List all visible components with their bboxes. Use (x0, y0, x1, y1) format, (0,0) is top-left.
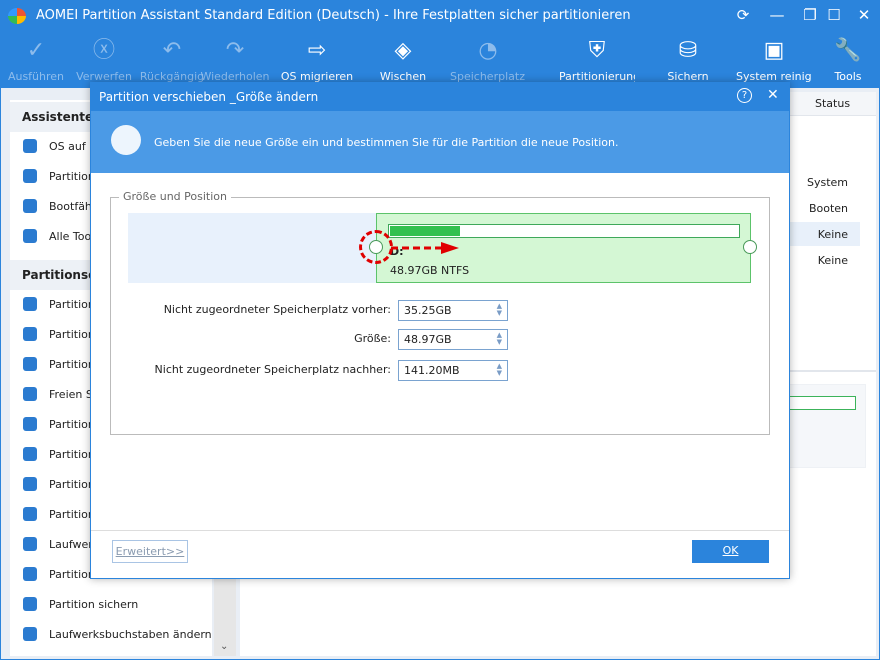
pencil-icon (23, 627, 37, 641)
maximize-button[interactable]: ☐ (822, 6, 846, 24)
space-analyzer-icon: ◔ (478, 38, 498, 63)
resize-icon (23, 297, 37, 311)
split-icon (23, 357, 37, 371)
close-button[interactable]: ✕ (852, 6, 876, 24)
backup-button[interactable]: ⛁ Sichern (650, 32, 726, 88)
drag-arrow-icon (391, 242, 459, 254)
format-icon (23, 507, 37, 521)
chevron-down-icon[interactable]: ⌄ (220, 641, 228, 652)
advanced-button[interactable]: Erweitert>> (112, 540, 188, 563)
create-icon (23, 447, 37, 461)
group-label: Größe und Position (119, 190, 231, 203)
ok-button[interactable]: OK (692, 540, 769, 563)
app-logo-icon (8, 8, 26, 24)
spinner-icon[interactable]: ▲ ▼ (497, 303, 502, 317)
field-label: Nicht zugeordneter Speicherplatz vorher: (163, 303, 391, 316)
dialog-instruction: Geben Sie die neue Größe ein und bestimm… (154, 136, 619, 149)
size-input[interactable]: 48.97GB ▲ ▼ (398, 329, 508, 350)
all-tools-icon (23, 229, 37, 243)
apply-button[interactable]: ✓ Ausführen (0, 32, 74, 88)
sidebar-item[interactable]: Laufwerksbuchstaben ändern (10, 620, 212, 650)
status-cell: Booten (808, 202, 848, 215)
bootable-media-icon (23, 199, 37, 213)
tools-icon: 🔧 (834, 38, 862, 63)
sidebar-item[interactable]: Partition sichern (10, 590, 212, 620)
clean-system-button[interactable]: ▣System reinigen (736, 32, 812, 88)
help-icon[interactable]: ? (737, 88, 752, 103)
wipe-button[interactable]: ◈ Wischen (365, 32, 441, 88)
minimize-button[interactable]: — (765, 6, 789, 24)
usage-bar (388, 224, 740, 238)
free-space-icon (23, 387, 37, 401)
window-title: AOMEI Partition Assistant Standard Editi… (36, 8, 631, 23)
usage-fill (390, 226, 460, 236)
dialog-header: Geben Sie die neue Größe ein und bestimm… (91, 111, 789, 173)
copy-icon (23, 327, 37, 341)
broom-icon (23, 567, 37, 581)
field-label: Größe: (354, 332, 391, 345)
status-cell: System (806, 176, 848, 189)
dialog-close-icon[interactable]: ✕ (767, 87, 779, 103)
space-analyzer-button[interactable]: ◔Speicherplatz ver (450, 32, 526, 88)
merge-icon (23, 417, 37, 431)
restore-button[interactable]: ❐ (798, 6, 822, 24)
redo-icon: ↷ (225, 38, 245, 63)
toolbar: ✓ Ausführen ⓧ Verwerfen ↶ Rückgängig ↷ Wiede… (0, 32, 880, 88)
spinner-icon[interactable]: ▲ ▼ (497, 332, 502, 346)
partition-wizard-icon (23, 169, 37, 183)
status-cell: Keine (817, 228, 848, 241)
wipe-icon: ◈ (394, 38, 412, 63)
right-resize-handle[interactable] (743, 240, 757, 254)
dialog-title-bar: Partition verschieben _Größe ändern ? ✕ (91, 83, 789, 111)
migrate-os-button[interactable]: ⇨ OS migrieren (279, 32, 355, 88)
resize-move-dialog: Partition verschieben _Größe ändern ? ✕ … (90, 82, 790, 579)
migrate-icon (23, 139, 37, 153)
refresh-icon[interactable]: ⟳ (731, 6, 755, 24)
discard-button[interactable]: ⓧ Verwerfen (66, 32, 142, 88)
backup-icon: ⛁ (678, 38, 698, 63)
partition-info: 48.97GB NTFS (390, 264, 470, 277)
status-column-header[interactable]: Status (815, 97, 850, 110)
unallocated-before-area (128, 213, 376, 283)
backup-partition-icon (23, 597, 37, 611)
title-bar: AOMEI Partition Assistant Standard Editi… (0, 0, 880, 32)
field-label: Nicht zugeordneter Speicherplatz nachher… (154, 363, 391, 376)
partitioning-button[interactable]: ⛨ Partitionierung (559, 32, 635, 88)
resize-partition-icon (111, 125, 141, 155)
clean-system-icon: ▣ (763, 38, 785, 63)
trash-icon (23, 477, 37, 491)
tools-button[interactable]: 🔧 Tools (810, 32, 880, 88)
unallocated-before-input[interactable]: 35.25GB ▲ ▼ (398, 300, 508, 321)
migrate-os-icon: ⇨ (307, 38, 327, 63)
dialog-title: Partition verschieben _Größe ändern (99, 90, 319, 104)
label-tag-icon (23, 537, 37, 551)
shield-icon: ⛨ (588, 38, 606, 63)
redo-button[interactable]: ↷ Wiederholen (197, 32, 273, 88)
discard-icon: ⓧ (92, 38, 115, 63)
status-cell: Keine (817, 254, 848, 267)
spinner-icon[interactable]: ▲ ▼ (497, 363, 502, 377)
check-icon: ✓ (26, 38, 46, 63)
highlight-circle (359, 230, 393, 264)
unallocated-after-input[interactable]: 141.20MB ▲ ▼ (398, 360, 508, 381)
